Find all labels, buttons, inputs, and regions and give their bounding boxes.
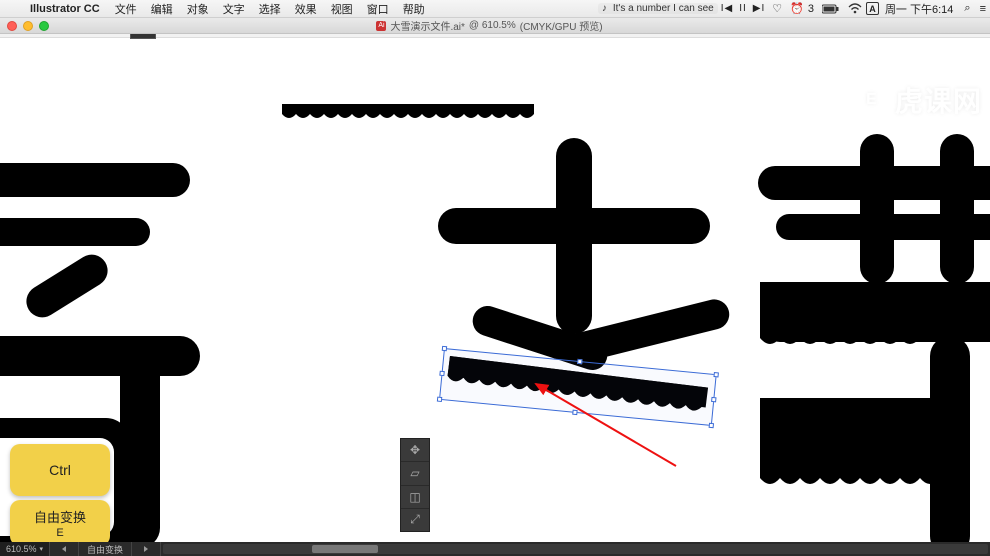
free-transform-panel[interactable]: ✥ ▱ ◫ ⤢	[400, 438, 430, 532]
menu-window[interactable]: 窗口	[360, 1, 396, 17]
horizontal-scrollbar[interactable]	[163, 544, 988, 554]
menu-file[interactable]: 文件	[108, 1, 144, 17]
music-note-icon: ♪	[602, 3, 607, 14]
selection-handle-n[interactable]	[577, 359, 582, 364]
playback-pause-icon[interactable]: II	[736, 3, 750, 14]
menubar-clock[interactable]: 周一 下午6:14	[879, 1, 959, 17]
status-wifi-icon[interactable]	[844, 3, 866, 14]
ai-file-icon: Ai	[376, 21, 386, 31]
selection-handle-s[interactable]	[572, 410, 577, 415]
keycap-free-transform-label: 自由变换	[34, 507, 86, 526]
minimize-window-button[interactable]	[23, 21, 33, 31]
selection-handle-e[interactable]	[711, 397, 716, 402]
statusbar-tool-label: 自由变换	[79, 542, 132, 556]
menu-help[interactable]: 帮助	[396, 1, 432, 17]
spotlight-search-icon[interactable]: ⌕	[959, 2, 975, 15]
watermark-text: 虎课网	[895, 80, 982, 120]
selection-handle-ne[interactable]	[713, 372, 718, 377]
keycap-ctrl: Ctrl	[10, 444, 110, 496]
status-alarm-icon[interactable]: ⏰3	[786, 2, 818, 15]
keycap-ctrl-label: Ctrl	[49, 462, 71, 478]
status-input-icon[interactable]: A	[866, 2, 879, 15]
selection-handle-se[interactable]	[709, 423, 714, 428]
tool-free-transform-icon[interactable]: ⤢	[401, 509, 429, 531]
menu-view[interactable]: 视图	[324, 1, 360, 17]
transform-cursor-icon: ↕	[626, 336, 632, 350]
selection-handle-nw[interactable]	[442, 346, 447, 351]
now-playing-title: It's a number I can see	[613, 3, 714, 14]
document-zoom: @ 610.5%	[469, 20, 516, 31]
menu-object[interactable]: 对象	[180, 1, 216, 17]
options-bar	[0, 34, 990, 38]
watermark-badge-icon: E	[855, 83, 889, 117]
keycap-free-transform-shortcut: E	[56, 527, 63, 539]
window-controls	[0, 21, 49, 31]
menu-type[interactable]: 文字	[216, 1, 252, 17]
statusbar-nav-next[interactable]	[132, 542, 161, 556]
selection-handle-w[interactable]	[439, 371, 444, 376]
tool-puppet-warp-icon[interactable]: ◫	[401, 486, 429, 509]
artwork-glyphs	[0, 38, 990, 542]
keycap-free-transform: 自由变换 E	[10, 500, 110, 546]
menu-edit[interactable]: 编辑	[144, 1, 180, 17]
document-title: Ai 大雪演示文件.ai* @ 610.5% (CMYK/GPU 预览)	[49, 18, 930, 33]
artboard-canvas[interactable]: ↕ ✥ ▱ ◫ ⤢ E 虎课网	[0, 38, 990, 542]
statusbar-nav-prev[interactable]	[50, 542, 79, 556]
document-titlebar: Ai 大雪演示文件.ai* @ 610.5% (CMYK/GPU 预览)	[0, 18, 990, 34]
document-filename: 大雪演示文件.ai*	[390, 18, 464, 33]
status-heart-icon[interactable]: ♡	[768, 2, 786, 15]
statusbar-zoom[interactable]: 610.5% ▾	[0, 542, 50, 556]
playback-next-icon[interactable]: ▶I	[750, 3, 768, 14]
menu-select[interactable]: 选择	[252, 1, 288, 17]
status-battery-icon[interactable]	[818, 4, 844, 14]
menubar-extra-icon[interactable]: ≡	[976, 3, 990, 15]
tool-free-distort-icon[interactable]: ✥	[401, 439, 429, 462]
zoom-window-button[interactable]	[39, 21, 49, 31]
watermark: E 虎课网	[855, 80, 982, 120]
horizontal-scrollbar-thumb[interactable]	[312, 545, 378, 553]
close-window-button[interactable]	[7, 21, 17, 31]
status-bar: 610.5% ▾ 自由变换	[0, 542, 990, 556]
now-playing[interactable]: ♪ It's a number I can see	[598, 3, 718, 14]
document-colormode: (CMYK/GPU 预览)	[520, 18, 603, 33]
playback-prev-icon[interactable]: I◀	[718, 3, 736, 14]
selection-handle-sw[interactable]	[437, 397, 442, 402]
macos-menubar: Illustrator CC 文件 编辑 对象 文字 选择 效果 视图 窗口 帮…	[0, 0, 990, 18]
app-name[interactable]: Illustrator CC	[22, 3, 108, 15]
menu-effect[interactable]: 效果	[288, 1, 324, 17]
tool-perspective-distort-icon[interactable]: ▱	[401, 462, 429, 485]
